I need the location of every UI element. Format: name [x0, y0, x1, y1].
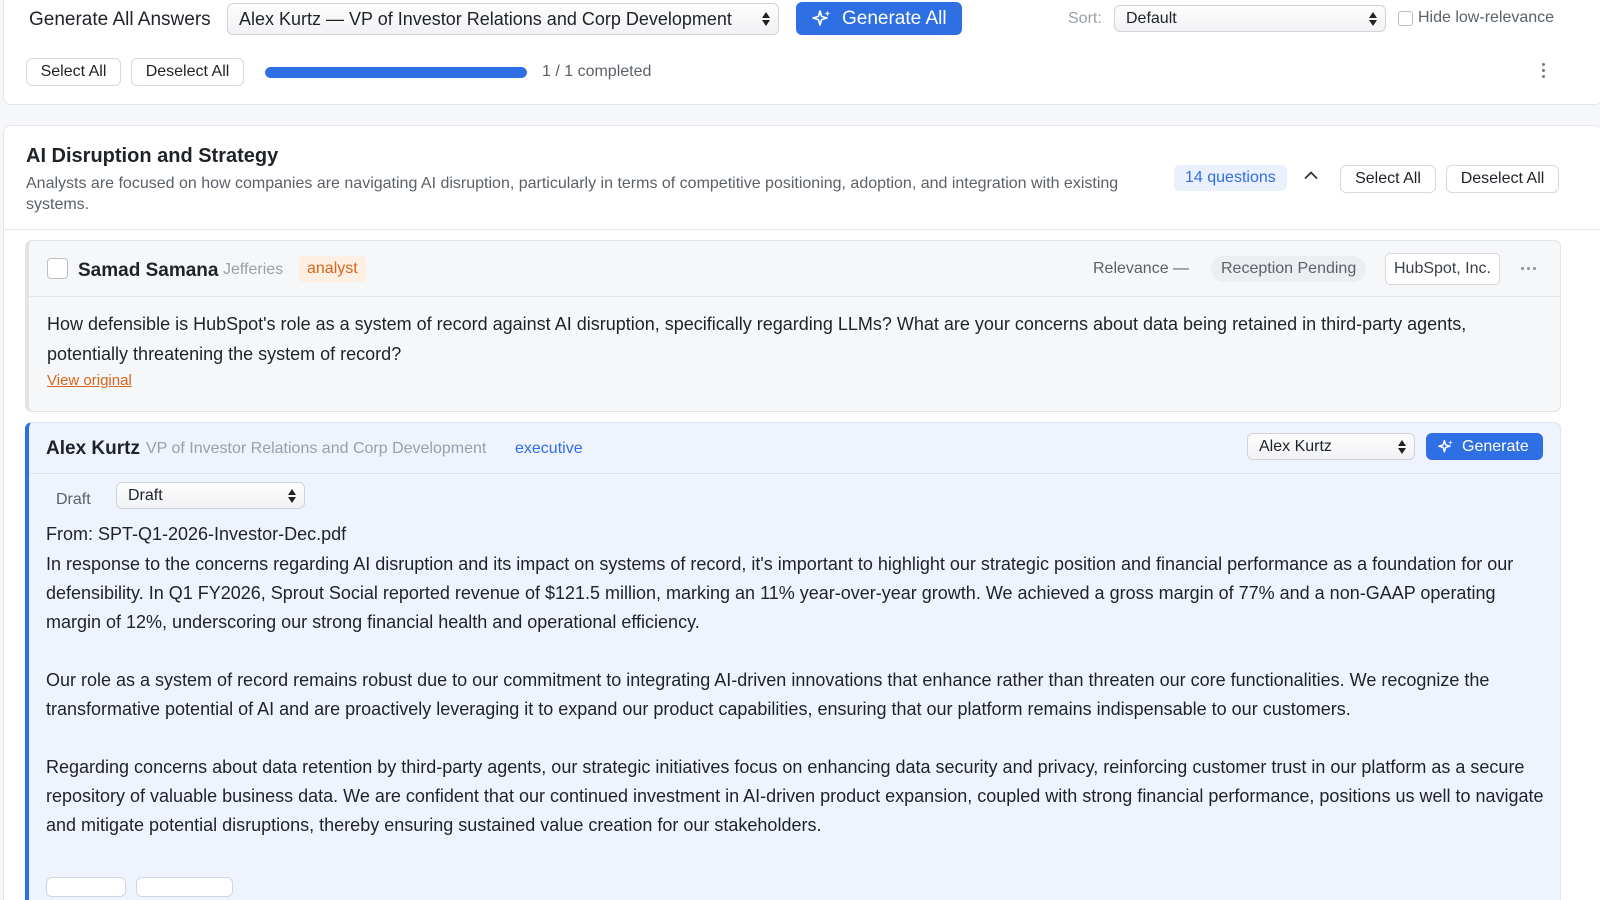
section-deselect-all-button[interactable]: Deselect All: [1446, 165, 1559, 193]
responder-select-value: Alex Kurtz — VP of Investor Relations an…: [239, 9, 732, 29]
select-all-button[interactable]: Select All: [26, 58, 121, 86]
question-select-checkbox[interactable]: [47, 258, 68, 279]
generate-all-button[interactable]: Generate All: [796, 2, 962, 35]
executive-role-tag: executive: [515, 440, 583, 457]
select-caret-icon: [761, 9, 771, 29]
answer-action-button[interactable]: [46, 877, 126, 897]
speaker-select-value: Alex Kurtz: [1259, 438, 1332, 455]
question-card: Samad Samana Jefferies analyst Relevance…: [25, 240, 1561, 412]
toolbar-title: Generate All Answers: [29, 9, 211, 30]
more-options-icon[interactable]: [1542, 63, 1546, 81]
responder-select[interactable]: Alex Kurtz — VP of Investor Relations an…: [227, 3, 779, 35]
sort-label: Sort:: [1068, 10, 1102, 27]
status-select-value: Draft: [128, 487, 163, 504]
answer-action-button[interactable]: [136, 877, 233, 897]
answer-header-divider: [29, 473, 1560, 474]
section-select-all-button[interactable]: Select All: [1340, 165, 1436, 193]
company-chip[interactable]: HubSpot, Inc.: [1385, 253, 1500, 285]
sparkle-icon: [1438, 439, 1453, 453]
section-title: AI Disruption and Strategy: [26, 145, 279, 167]
question-more-icon[interactable]: [1521, 267, 1536, 270]
hide-low-relevance-label: Hide low-relevance: [1418, 9, 1555, 26]
generate-toolbar: Generate All Answers Alex Kurtz — VP of …: [3, 0, 1600, 105]
answer-body[interactable]: In response to the concerns regarding AI…: [46, 550, 1546, 869]
analyst-role-tag: analyst: [299, 256, 366, 282]
generate-button[interactable]: Generate: [1426, 433, 1543, 460]
answer-paragraph: Regarding concerns about data retention …: [46, 757, 1544, 835]
select-caret-icon: [1368, 9, 1378, 29]
view-original-link[interactable]: View original: [47, 372, 132, 389]
reception-status-pill: Reception Pending: [1211, 256, 1367, 282]
answer-paragraph: Our role as a system of record remains r…: [46, 670, 1490, 719]
hide-low-relevance-checkbox[interactable]: [1398, 11, 1413, 26]
question-count-badge: 14 questions: [1174, 165, 1287, 191]
collapse-chevron-icon[interactable]: [1304, 170, 1318, 180]
section-description: Analysts are focused on how companies ar…: [26, 175, 1119, 213]
question-header-divider: [29, 296, 1560, 297]
status-label: Draft: [56, 491, 91, 508]
executive-role: VP of Investor Relations and Corp Develo…: [146, 440, 487, 457]
question-text: How defensible is HubSpot's role as a sy…: [47, 314, 1467, 364]
topic-section: AI Disruption and Strategy Analysts are …: [3, 125, 1600, 900]
analyst-name: Samad Samana: [78, 260, 219, 281]
analyst-firm: Jefferies: [223, 261, 284, 278]
progress-bar: [265, 67, 527, 78]
progress-fill: [265, 67, 527, 78]
sort-select[interactable]: Default: [1114, 5, 1386, 32]
relevance-pill: Relevance —: [1093, 260, 1190, 277]
speaker-select[interactable]: Alex Kurtz: [1247, 433, 1415, 460]
select-caret-icon: [1397, 437, 1407, 457]
deselect-all-button[interactable]: Deselect All: [131, 58, 244, 86]
select-caret-icon: [287, 486, 297, 506]
progress-text: 1 / 1 completed: [542, 63, 652, 80]
answer-paragraph: In response to the concerns regarding AI…: [46, 554, 1514, 632]
answer-source: From: SPT-Q1-2026-Investor-Dec.pdf: [46, 524, 347, 544]
status-select[interactable]: Draft: [116, 482, 305, 509]
section-divider: [4, 229, 1600, 230]
answer-card: Alex Kurtz VP of Investor Relations and …: [25, 422, 1561, 900]
executive-name: Alex Kurtz: [46, 438, 140, 459]
sparkle-icon: [812, 9, 831, 26]
generate-all-label: Generate All: [842, 7, 947, 29]
sort-select-value: Default: [1126, 10, 1177, 27]
generate-label: Generate: [1462, 437, 1529, 455]
